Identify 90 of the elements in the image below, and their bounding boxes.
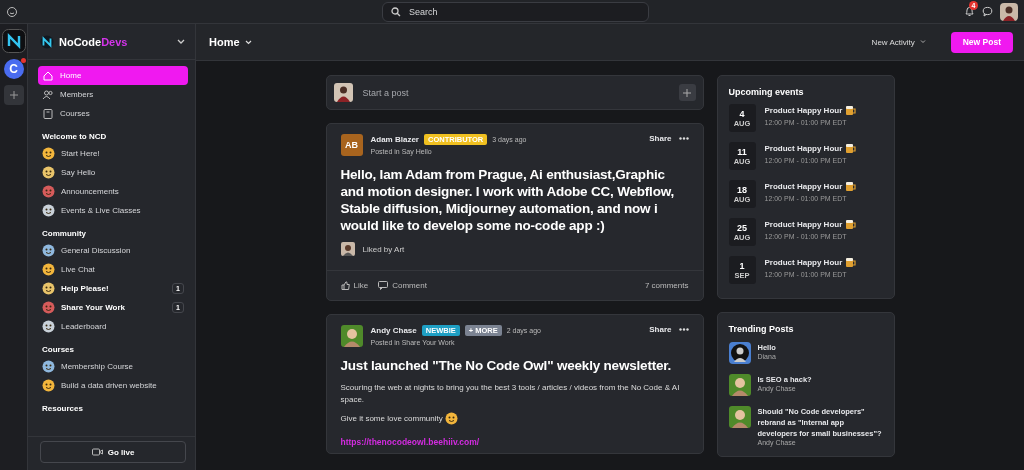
post-text: Scouring the web at nights to bring you the best 3 tools / articles / videos from the No Code & AI space.: [340, 382, 681, 406]
event-name[interactable]: Product Happy Hour: [764, 143, 843, 153]
channel-item[interactable]: Say Hello: [38, 163, 188, 182]
post-title: Just launched "The No Code Owl" weekly newsletter.: [340, 357, 673, 374]
emoji-icon: [42, 263, 55, 276]
channel-item[interactable]: Live Chat: [38, 260, 188, 279]
card-title: Trending Posts: [728, 324, 795, 334]
channel-item[interactable]: Build a data driven website: [38, 376, 188, 395]
avatar-icon: [333, 83, 353, 102]
event-name[interactable]: Product Happy Hour: [764, 105, 843, 115]
liked-by-text: Liked by Art: [362, 244, 405, 254]
post-link[interactable]: https://thenocodeowl.beehiiv.com/: [340, 437, 480, 447]
author-name[interactable]: Adam Blazer: [370, 135, 419, 144]
camera-icon: [91, 448, 103, 456]
chevron-down-icon[interactable]: [177, 38, 185, 45]
mug-icon: [845, 142, 858, 154]
community-logo-icon[interactable]: [1, 29, 26, 53]
channel-item[interactable]: Events & Live Classes: [38, 201, 188, 220]
comment-icon: [378, 281, 389, 290]
nav-item[interactable]: Members: [38, 85, 188, 104]
plus-icon: [683, 88, 691, 97]
community-avatar[interactable]: C: [3, 59, 24, 79]
add-button[interactable]: [678, 84, 696, 101]
section-heading: Resources: [42, 404, 84, 413]
channel-item[interactable]: Leaderboard: [38, 317, 188, 336]
plus-icon: [9, 91, 18, 99]
search-field[interactable]: Search: [382, 2, 649, 22]
channel-item[interactable]: General Discussion: [38, 241, 188, 260]
event-name[interactable]: Product Happy Hour: [764, 219, 843, 229]
bell-icon[interactable]: [964, 6, 975, 17]
section-heading: Courses: [42, 345, 75, 354]
thumbs-up-icon: [340, 281, 350, 290]
more-icon[interactable]: [678, 328, 689, 331]
channel-item[interactable]: Membership Course: [38, 357, 188, 376]
book-icon: [42, 107, 54, 120]
emoji-icon: [42, 166, 55, 179]
emoji-icon: [42, 301, 55, 314]
smiley-icon: [6, 5, 18, 18]
emoji-icon: [42, 204, 55, 217]
more-icon[interactable]: [678, 137, 689, 140]
post-field[interactable]: Start a post: [360, 86, 671, 99]
chat-icon[interactable]: [982, 6, 993, 17]
emoji-icon: [42, 320, 55, 333]
emoji-icon: [42, 147, 55, 160]
emoji-icon: [42, 185, 55, 198]
sort-dropdown[interactable]: New Activity: [865, 36, 932, 48]
emoji-icon: [42, 244, 55, 257]
card-title: Upcoming events: [728, 87, 805, 97]
avatar-icon: [728, 406, 751, 428]
go-live-button[interactable]: Go live: [40, 441, 186, 463]
mug-icon: [845, 218, 858, 230]
post-composer[interactable]: Start a post: [325, 75, 704, 110]
avatar-icon: [340, 242, 355, 256]
chevron-down-icon: [919, 40, 926, 44]
author-name[interactable]: Andy Chase: [370, 326, 417, 335]
avatar-icon: [340, 325, 363, 347]
channel-item[interactable]: Start Here!: [38, 144, 188, 163]
avatar-icon[interactable]: [1000, 2, 1018, 21]
emoji-icon: [42, 379, 55, 392]
channel-item[interactable]: Announcements: [38, 182, 188, 201]
brand-name: NoCodeDevs: [59, 35, 128, 48]
post-text: Give it some love community: [340, 412, 443, 425]
home-icon: [42, 69, 54, 82]
avatar-icon: [728, 374, 751, 396]
section-heading: Welcome to NCD: [42, 132, 108, 141]
search-icon: [391, 7, 401, 17]
search-input[interactable]: Search: [407, 6, 640, 18]
people-icon: [42, 88, 54, 101]
add-community-button[interactable]: [3, 85, 24, 105]
avatar-icon: [728, 342, 751, 364]
section-heading: Community: [42, 229, 87, 238]
mug-icon: [845, 104, 858, 116]
page-title: Home: [209, 36, 240, 48]
event-name[interactable]: Product Happy Hour: [764, 257, 843, 267]
event-name[interactable]: Product Happy Hour: [764, 181, 843, 191]
comment-count[interactable]: 7 comments: [644, 281, 689, 290]
author-avatar: AB: [340, 134, 363, 156]
mug-icon: [845, 180, 858, 192]
emoji-icon: [42, 282, 55, 295]
share-button[interactable]: Share: [649, 325, 672, 334]
logo-icon: [40, 34, 54, 49]
emoji-icon: [42, 360, 55, 373]
chevron-down-icon[interactable]: [244, 39, 252, 45]
post-title: Hello, Iam Adam from Prague, Ai enthusiast,Graphic and motion designer. I work with Adobe CC, Webflow, Stable diffusion, Midjourney automation, and now i would like to develop some no-code app :): [340, 166, 676, 234]
comment-button[interactable]: Comment: [378, 281, 427, 290]
mug-icon: [845, 256, 858, 268]
share-button[interactable]: Share: [649, 134, 672, 143]
like-button[interactable]: Like: [340, 281, 369, 290]
nav-item[interactable]: Courses: [38, 104, 188, 123]
emoji-icon: [444, 412, 458, 425]
